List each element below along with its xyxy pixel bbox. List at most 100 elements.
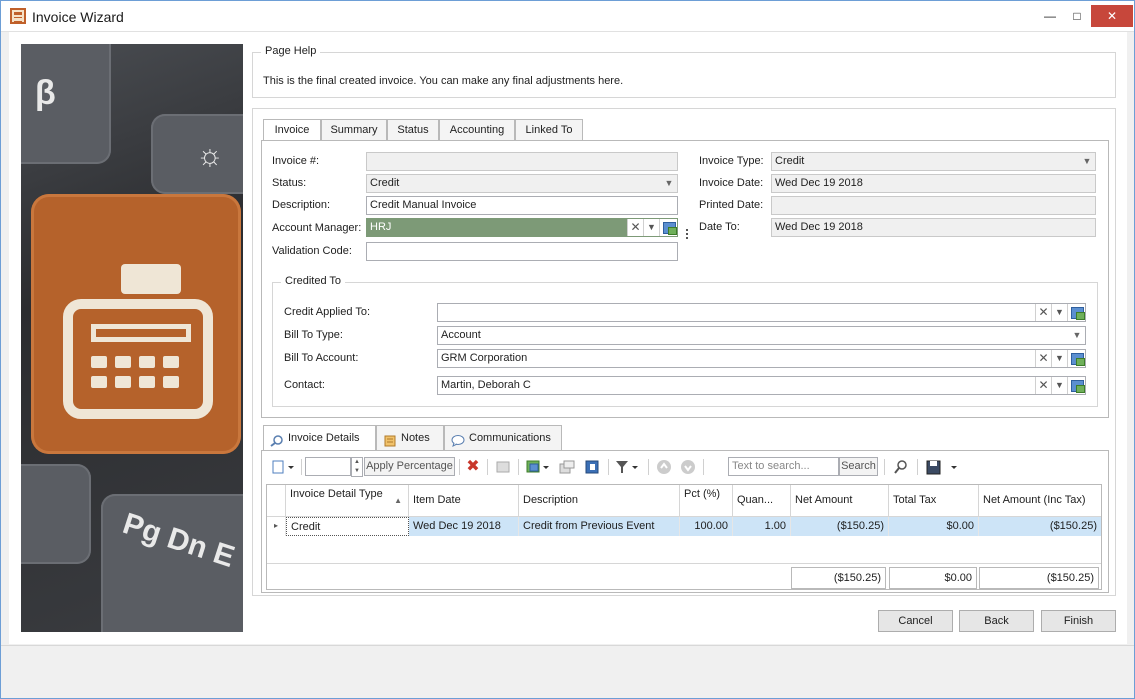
percentage-input[interactable] xyxy=(305,457,351,476)
column-header-net-amount[interactable]: Net Amount xyxy=(791,485,889,517)
clear-icon[interactable]: ✕ xyxy=(1035,304,1051,321)
close-icon[interactable]: ✕ xyxy=(1091,5,1133,27)
column-header-total-tax[interactable]: Total Tax xyxy=(889,485,979,517)
date-to-field[interactable]: Wed Dec 19 2018 xyxy=(771,218,1096,237)
splitter-handle[interactable] xyxy=(686,227,689,243)
grid-row-indicator-header xyxy=(267,485,286,517)
lookup-grid-icon[interactable] xyxy=(1067,304,1085,321)
description-label: Description: xyxy=(272,199,331,211)
chevron-down-icon[interactable]: ▼ xyxy=(661,175,677,192)
cell-detail-type[interactable]: Credit xyxy=(286,517,409,536)
tab-summary[interactable]: Summary xyxy=(321,119,387,141)
column-header-pct[interactable]: Pct (%) xyxy=(680,485,733,517)
chevron-down-icon[interactable]: ▼ xyxy=(1069,327,1085,344)
invoice-date-label: Invoice Date: xyxy=(699,177,764,189)
status-select[interactable]: Credit ▼ xyxy=(366,174,678,193)
status-value: Credit xyxy=(370,177,400,189)
clear-icon[interactable]: ✕ xyxy=(1035,350,1051,367)
invoice-type-label: Invoice Type: xyxy=(699,155,764,167)
finish-button[interactable]: Finish xyxy=(1041,610,1116,632)
tab-notes-label: Notes xyxy=(401,432,430,444)
details-toolbar: ▲ ▼ Apply Percentage ✖ Text to search...… xyxy=(262,455,1108,479)
invoice-type-select[interactable]: Credit ▼ xyxy=(771,152,1096,171)
maximize-icon[interactable]: □ xyxy=(1060,1,1094,31)
cell-item-date[interactable]: Wed Dec 19 2018 xyxy=(409,517,519,536)
row-indicator-icon: ▸ xyxy=(267,517,286,536)
chevron-down-icon[interactable]: ▼ xyxy=(1051,304,1067,321)
bill-to-type-value: Account xyxy=(441,329,481,341)
cell-quantity[interactable]: 1.00 xyxy=(733,517,791,536)
cell-total-tax[interactable]: $0.00 xyxy=(889,517,979,536)
account-manager-field[interactable]: HRJ ✕ ▼ xyxy=(366,218,678,237)
credited-to-group: Credited To Credit Applied To: ✕ ▼ Bill … xyxy=(272,275,1098,407)
status-bar xyxy=(1,645,1134,698)
move-up-icon[interactable] xyxy=(655,457,673,477)
window-title: Invoice Wizard xyxy=(32,9,124,25)
date-to-label: Date To: xyxy=(699,221,740,233)
title-bar: Invoice Wizard — □ ✕ xyxy=(1,1,1134,32)
validation-code-field[interactable] xyxy=(366,242,678,261)
tab-accounting[interactable]: Accounting xyxy=(439,119,515,141)
page-help-text: This is the final created invoice. You c… xyxy=(263,75,624,87)
back-button[interactable]: Back xyxy=(959,610,1034,632)
columns-icon[interactable] xyxy=(524,457,552,477)
lookup-grid-icon[interactable] xyxy=(659,219,677,236)
apply-percentage-button[interactable]: Apply Percentage xyxy=(364,457,455,476)
filter-icon[interactable] xyxy=(614,457,642,477)
lookup-grid-icon[interactable] xyxy=(1067,377,1085,394)
cancel-button[interactable]: Cancel xyxy=(878,610,953,632)
contact-field[interactable]: Martin, Deborah C ✕ ▼ xyxy=(437,376,1086,395)
book-icon[interactable] xyxy=(583,457,601,477)
tab-linked-to[interactable]: Linked To xyxy=(515,119,583,141)
tab-status[interactable]: Status xyxy=(387,119,439,141)
page-help-legend: Page Help xyxy=(261,45,321,57)
lookup-grid-icon[interactable] xyxy=(1067,350,1085,367)
invoice-tab-body: Invoice #: Status: Credit ▼ Description:… xyxy=(261,140,1109,418)
printed-date-field[interactable] xyxy=(771,196,1096,215)
cell-description[interactable]: Credit from Previous Event xyxy=(519,517,680,536)
page-help-group: Page Help This is the final created invo… xyxy=(252,45,1116,98)
column-header-description[interactable]: Description xyxy=(519,485,680,517)
credited-to-legend: Credited To xyxy=(281,275,346,287)
contact-value: Martin, Deborah C xyxy=(441,379,531,391)
chevron-down-icon[interactable]: ▼ xyxy=(1079,153,1095,170)
chevron-down-icon[interactable]: ▼ xyxy=(643,219,659,236)
column-header-quantity[interactable]: Quan... xyxy=(733,485,791,517)
search-button[interactable]: Search xyxy=(839,457,878,476)
move-down-icon[interactable] xyxy=(679,457,697,477)
percentage-spinner[interactable]: ▲ ▼ xyxy=(351,457,363,477)
invoice-number-label: Invoice #: xyxy=(272,155,320,167)
clear-icon[interactable]: ✕ xyxy=(1035,377,1051,394)
tab-notes[interactable]: Notes xyxy=(376,425,444,451)
column-header-item-date[interactable]: Item Date xyxy=(409,485,519,517)
credit-applied-to-field[interactable]: ✕ ▼ xyxy=(437,303,1086,322)
sort-ascending-icon: ▲ xyxy=(394,496,402,505)
tab-invoice-details[interactable]: Invoice Details xyxy=(263,425,376,452)
column-header-invoice-detail-type[interactable]: Invoice Detail Type ▲ xyxy=(286,485,409,517)
chevron-down-icon[interactable]: ▼ xyxy=(1051,350,1067,367)
delete-icon[interactable]: ✖ xyxy=(464,457,482,477)
search-input[interactable]: Text to search... xyxy=(728,457,839,476)
clear-icon[interactable]: ✕ xyxy=(627,219,643,236)
contact-label: Contact: xyxy=(284,379,325,391)
export-icon[interactable] xyxy=(558,457,576,477)
tab-invoice[interactable]: Invoice xyxy=(263,119,321,142)
bill-to-account-field[interactable]: GRM Corporation ✕ ▼ xyxy=(437,349,1086,368)
grid-disabled-icon[interactable] xyxy=(494,457,512,477)
invoice-number-field[interactable] xyxy=(366,152,678,171)
account-manager-label: Account Manager: xyxy=(272,222,362,234)
description-field[interactable]: Credit Manual Invoice xyxy=(366,196,678,215)
tab-communications[interactable]: Communications xyxy=(444,425,562,451)
new-item-icon[interactable] xyxy=(270,457,296,477)
cell-net-inc-tax[interactable]: ($150.25) xyxy=(979,517,1101,536)
cell-pct[interactable]: 100.00 xyxy=(680,517,733,536)
credit-applied-to-label: Credit Applied To: xyxy=(284,306,371,318)
column-header-net-amount-inc-tax[interactable]: Net Amount (Inc Tax) xyxy=(979,485,1101,517)
cell-net-amount[interactable]: ($150.25) xyxy=(791,517,889,536)
invoice-date-field[interactable]: Wed Dec 19 2018 xyxy=(771,174,1096,193)
find-icon[interactable] xyxy=(892,457,910,477)
bill-to-type-select[interactable]: Account ▼ xyxy=(437,326,1086,345)
save-icon[interactable] xyxy=(924,457,960,477)
tab-invoice-details-label: Invoice Details xyxy=(288,432,360,444)
chevron-down-icon[interactable]: ▼ xyxy=(1051,377,1067,394)
